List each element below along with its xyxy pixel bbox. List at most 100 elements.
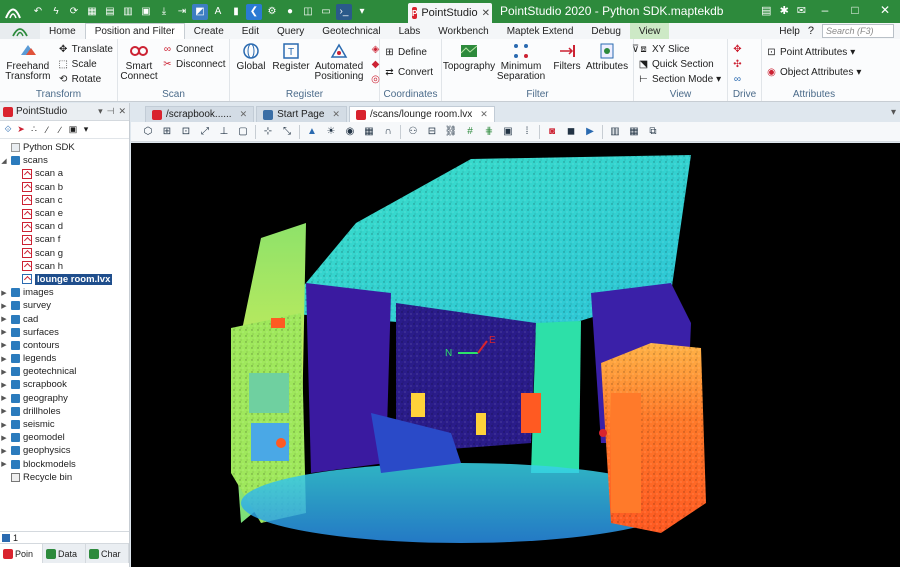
frame-icon[interactable]: ▣ (501, 125, 515, 139)
eye-icon[interactable]: ◉ (343, 125, 357, 139)
tree-folder[interactable]: ▶ cad (0, 312, 129, 325)
tree-item-scan[interactable]: scan e (0, 207, 129, 220)
square-icon[interactable]: ◫ (300, 4, 316, 20)
magnet-icon[interactable]: ∩ (381, 125, 395, 139)
tab-pointstudio[interactable]: Poin (0, 544, 43, 563)
3d-viewport[interactable]: N E (131, 143, 900, 567)
global-button[interactable]: Global (234, 41, 268, 88)
file-menu-button[interactable] (0, 23, 40, 39)
maximize-button[interactable]: □ (840, 0, 870, 20)
tab-query[interactable]: Query (268, 23, 313, 39)
box-icon[interactable]: ▢ (236, 125, 250, 139)
expand-icon[interactable]: ▶ (0, 289, 8, 297)
disconnect-button[interactable]: ✂ Disconnect (162, 57, 225, 71)
tab-labs[interactable]: Labs (390, 23, 430, 39)
expand-icon[interactable]: ▶ (0, 421, 8, 429)
expand-icon[interactable]: ▶ (0, 434, 8, 442)
tree-folder[interactable]: ▶ geography (0, 392, 129, 405)
tree-folder[interactable]: ▶ seismic (0, 418, 129, 431)
expand-icon[interactable]: ▶ (0, 355, 8, 363)
expand-icon[interactable]: ▶ (0, 460, 8, 468)
download-icon[interactable]: ⤓ (156, 4, 172, 20)
tab-data[interactable]: Data (43, 544, 86, 563)
dropdown-icon[interactable]: ▾ (98, 106, 103, 117)
fit-icon[interactable]: ⊞ (160, 125, 174, 139)
gear-icon[interactable]: ✱ (780, 4, 789, 17)
zoom-region-icon[interactable]: ⊡ (179, 125, 193, 139)
drive-option-1[interactable]: ✥ (732, 42, 743, 56)
collapse-icon[interactable]: ◢ (0, 157, 8, 165)
column-icon[interactable]: ▮ (228, 4, 244, 20)
tab-view[interactable]: View (629, 23, 670, 39)
box-icon[interactable]: ▣ (68, 124, 78, 135)
snap-icon[interactable]: ⊹ (261, 125, 275, 139)
expand-icon[interactable]: ▶ (0, 381, 8, 389)
overflow-icon[interactable]: ▾ (354, 4, 370, 20)
tree-root[interactable]: Python SDK (0, 141, 129, 154)
translate-button[interactable]: ✥ Translate (58, 42, 113, 56)
section-mode-button[interactable]: ⊢ Section Mode ▾ (638, 72, 721, 86)
expand-icon[interactable]: ▶ (0, 368, 8, 376)
link-icon[interactable]: ⛓ (444, 125, 458, 139)
tree-folder[interactable]: ▶ geophysics (0, 444, 129, 457)
expand-icon[interactable]: ▶ (0, 328, 8, 336)
chevron-down-icon[interactable]: ▾ (81, 124, 91, 135)
tree-folder[interactable]: ▶ blockmodels (0, 458, 129, 471)
axes-icon[interactable]: ⊥ (217, 125, 231, 139)
expand-icon[interactable]: ▶ (0, 394, 8, 402)
stretch-icon[interactable]: ⤡ (280, 125, 294, 139)
connect-button[interactable]: ∞ Connect (162, 42, 225, 56)
text-icon[interactable]: A (210, 4, 226, 20)
grid-icon[interactable]: ▦ (362, 125, 376, 139)
help-link[interactable]: Help (779, 26, 800, 37)
automated-positioning-button[interactable]: Automated Positioning (314, 41, 364, 88)
minimum-separation-button[interactable]: Minimum Separation (497, 41, 545, 88)
tab-create[interactable]: Create (185, 23, 233, 39)
brush-icon[interactable]: ⁄ (42, 125, 52, 135)
tree-folder[interactable]: ▶ legends (0, 352, 129, 365)
refresh-icon[interactable]: ⟳ (66, 4, 82, 20)
windows-icon[interactable]: ⧉ (646, 125, 660, 139)
rotate-button[interactable]: ⟲ Rotate (58, 72, 113, 86)
tree-item-selected[interactable]: lounge room.lvx (0, 273, 129, 286)
document-icon[interactable]: ▤ (761, 4, 771, 17)
close-icon[interactable]: ✕ (332, 109, 340, 120)
point-attributes-button[interactable]: ⊡ Point Attributes ▾ (766, 45, 861, 59)
tabs-overflow-icon[interactable]: ▾ (891, 107, 896, 118)
help-icon[interactable]: ? (808, 25, 814, 37)
tree-folder[interactable]: ▶ survey (0, 299, 129, 312)
layout-icon[interactable]: ▥ (608, 125, 622, 139)
layer-icon[interactable]: ⊟ (425, 125, 439, 139)
folder-icon[interactable]: ▭ (318, 4, 334, 20)
tab-workbench[interactable]: Workbench (429, 23, 497, 39)
expand-icon[interactable]: ⤢ (198, 125, 212, 139)
terminal-icon[interactable]: ›_ (336, 3, 352, 20)
tree-item-scan[interactable]: scan g (0, 247, 129, 260)
table-icon[interactable]: ▤ (102, 4, 118, 20)
tree-item-scan[interactable]: scan h (0, 260, 129, 273)
pin-icon[interactable]: ⊣ (107, 106, 115, 117)
image-icon[interactable]: ◩ (192, 3, 208, 20)
vscode-icon[interactable]: ❮ (246, 3, 262, 20)
tree-item-scan[interactable]: scan a (0, 167, 129, 180)
grid-icon[interactable]: ▦ (84, 4, 100, 20)
search-input[interactable]: Search (F3) (822, 24, 894, 38)
close-icon[interactable]: ✕ (118, 106, 126, 117)
register-button[interactable]: T Register (272, 41, 310, 88)
object-attributes-button[interactable]: ◉ Object Attributes ▾ (766, 65, 861, 79)
undo-icon[interactable]: ↶ (30, 4, 46, 20)
smart-connect-button[interactable]: Smart Connect (120, 41, 158, 88)
view-cube-icon[interactable]: ⬡ (141, 125, 155, 139)
tab-edit[interactable]: Edit (233, 23, 268, 39)
tab-home[interactable]: Home (40, 23, 85, 39)
convert-button[interactable]: ⇄ Convert (384, 65, 433, 79)
expand-icon[interactable]: ▶ (0, 302, 8, 310)
tab-geotechnical[interactable]: Geotechnical (313, 23, 389, 39)
hash-icon[interactable]: ⋕ (482, 125, 496, 139)
line-icon[interactable]: ∕ (55, 125, 65, 135)
tree-recycle-bin[interactable]: Recycle bin (0, 471, 129, 484)
tree-folder-scans[interactable]: ◢ scans (0, 154, 129, 167)
dots-icon[interactable]: ⁞ (520, 125, 534, 139)
tiles-icon[interactable]: ▦ (627, 125, 641, 139)
points-icon[interactable]: ∴ (29, 124, 39, 135)
